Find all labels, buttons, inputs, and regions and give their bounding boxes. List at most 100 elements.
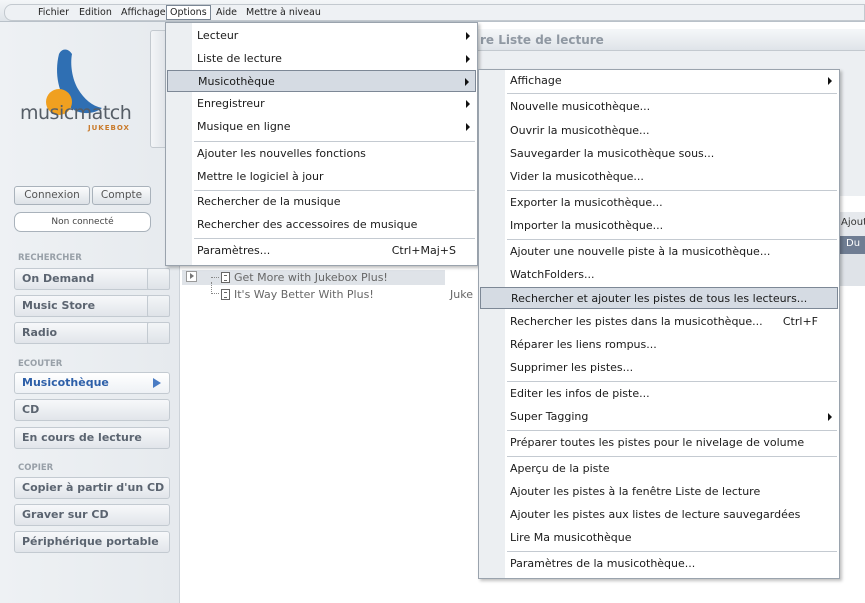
menu-fichier[interactable]: Fichier: [35, 6, 72, 19]
menu-separator: [194, 141, 475, 142]
menu-item-label: Lecteur: [197, 29, 239, 42]
menu-separator: [507, 430, 837, 431]
nav-label: Musicothèque: [22, 376, 109, 389]
section-rechercher: RECHERCHER: [18, 253, 82, 263]
column-header-duree[interactable]: Du: [838, 236, 865, 254]
list-item[interactable]: It's Way Better With Plus!: [221, 288, 374, 301]
menu-item-ajouter-fonctions[interactable]: Ajouter les nouvelles fonctions: [167, 143, 476, 165]
menu-item-label: Mettre le logiciel à jour: [197, 170, 324, 183]
nav-copier-cd[interactable]: Copier à partir d'un CD: [14, 477, 170, 499]
menu-item-mettre-a-jour[interactable]: Mettre le logiciel à jour: [167, 166, 476, 188]
track-title: It's Way Better With Plus!: [234, 288, 374, 301]
menu-item-parametres[interactable]: Paramètres... Ctrl+Maj+S: [167, 240, 476, 262]
menu-item-ajouter-piste[interactable]: Ajouter une nouvelle piste à la musicoth…: [480, 241, 838, 263]
menu-item-sauvegarder[interactable]: Sauvegarder la musicothèque sous...: [480, 143, 838, 165]
menu-item-exporter[interactable]: Exporter la musicothèque...: [480, 192, 838, 214]
music-file-icon: [221, 289, 230, 300]
menu-item-label: Editer les infos de piste...: [510, 387, 650, 400]
nav-graver-cd[interactable]: Graver sur CD: [14, 504, 170, 526]
menu-mettre-a-niveau[interactable]: Mettre à niveau: [243, 6, 324, 19]
menu-aide[interactable]: Aide: [213, 6, 240, 19]
list-item[interactable]: Get More with Jukebox Plus!: [221, 271, 388, 284]
section-copier: COPIER: [18, 463, 54, 473]
menu-affichage[interactable]: Affichage: [118, 6, 169, 19]
menu-options[interactable]: Options: [166, 5, 211, 20]
menu-item-label: Paramètres...: [197, 244, 271, 257]
menu-item-label: Rechercher des accessoires de musique: [197, 218, 418, 231]
menu-item-editer-infos[interactable]: Editer les infos de piste...: [480, 383, 838, 405]
menu-item-parametres-musicotheque[interactable]: Paramètres de la musicothèque...: [480, 553, 838, 575]
menu-edition[interactable]: Edition: [76, 6, 115, 19]
menu-item-rechercher-musique[interactable]: Rechercher de la musique: [167, 191, 476, 213]
menu-item-importer[interactable]: Importer la musicothèque...: [480, 215, 838, 237]
nav-label: On Demand: [22, 272, 95, 285]
menu-item-supprimer[interactable]: Supprimer les pistes...: [480, 357, 838, 379]
menu-item-label: Musique en ligne: [197, 120, 291, 133]
menu-item-rechercher-ajouter[interactable]: Rechercher et ajouter les pistes de tous…: [480, 287, 838, 309]
menu-item-label: Affichage: [510, 74, 562, 87]
musicotheque-submenu: Affichage Nouvelle musicothèque... Ouvri…: [478, 69, 840, 579]
menu-item-rechercher-pistes[interactable]: Rechercher les pistes dans la musicothèq…: [480, 311, 838, 333]
menu-item-lire[interactable]: Lire Ma musicothèque: [480, 527, 838, 549]
menu-item-watchfolders[interactable]: WatchFolders...: [480, 264, 838, 286]
nav-toggle[interactable]: [147, 322, 170, 344]
connection-status: Non connecté: [14, 212, 151, 232]
column-header-ajout[interactable]: Ajout: [838, 212, 865, 236]
menu-bar-track: Fichier Edition Affichage Options Aide M…: [4, 4, 865, 21]
menu-item-enregistreur[interactable]: Enregistreur: [167, 93, 476, 115]
menu-item-label: Ajouter les pistes à la fenêtre Liste de…: [510, 485, 761, 498]
submenu-arrow-icon: [466, 32, 470, 40]
submenu-arrow-icon: [828, 413, 832, 421]
nav-toggle[interactable]: [147, 295, 170, 317]
compte-button[interactable]: Compte: [92, 186, 151, 205]
menu-separator: [507, 551, 837, 552]
menu-item-ajouter-fenetre[interactable]: Ajouter les pistes à la fenêtre Liste de…: [480, 481, 838, 503]
menu-item-super-tagging[interactable]: Super Tagging: [480, 406, 838, 428]
menu-item-vider[interactable]: Vider la musicothèque...: [480, 166, 838, 188]
menu-item-apercu[interactable]: Aperçu de la piste: [480, 458, 838, 480]
play-arrow-icon: [153, 378, 161, 388]
menu-item-label: Lire Ma musicothèque: [510, 531, 632, 544]
menu-shortcut: Ctrl+F: [782, 315, 818, 328]
menu-item-label: WatchFolders...: [510, 268, 595, 281]
menu-item-label: Enregistreur: [197, 97, 265, 110]
menu-item-liste-lecture[interactable]: Liste de lecture: [167, 48, 476, 70]
nav-toggle[interactable]: [147, 268, 170, 290]
menu-item-reparer[interactable]: Réparer les liens rompus...: [480, 334, 838, 356]
logo-wordmark: musicmatch: [20, 102, 132, 124]
nav-cd[interactable]: CD: [14, 399, 170, 421]
nav-peripherique[interactable]: Périphérique portable: [14, 531, 170, 553]
nav-on-demand[interactable]: On Demand: [14, 268, 170, 290]
menu-item-label: Ouvrir la musicothèque...: [510, 124, 650, 137]
menu-item-label: Réparer les liens rompus...: [510, 338, 657, 351]
nav-musicotheque[interactable]: Musicothèque: [14, 372, 170, 394]
expand-icon[interactable]: [186, 271, 197, 282]
menu-separator: [507, 456, 837, 457]
connexion-button[interactable]: Connexion: [14, 186, 90, 205]
menu-item-nouvelle[interactable]: Nouvelle musicothèque...: [480, 96, 838, 118]
submenu-arrow-icon: [828, 77, 832, 85]
menu-item-rechercher-accessoires[interactable]: Rechercher des accessoires de musique: [167, 214, 476, 236]
menu-item-label: Paramètres de la musicothèque...: [510, 557, 696, 570]
menu-bar: Fichier Edition Affichage Options Aide M…: [0, 0, 865, 22]
tree-line: [211, 282, 219, 294]
menu-item-ouvrir[interactable]: Ouvrir la musicothèque...: [480, 120, 838, 142]
nav-radio[interactable]: Radio: [14, 322, 170, 344]
menu-item-lecteur[interactable]: Lecteur: [167, 25, 476, 47]
menu-item-label: Exporter la musicothèque...: [510, 196, 663, 209]
menu-item-label: Ajouter les pistes aux listes de lecture…: [510, 508, 801, 521]
menu-item-nivelage[interactable]: Préparer toutes les pistes pour le nivel…: [480, 432, 838, 454]
menu-separator: [507, 93, 837, 94]
music-file-icon: [221, 272, 230, 283]
playlist-title: re Liste de lecture: [480, 33, 604, 47]
nav-en-cours[interactable]: En cours de lecture: [14, 427, 170, 449]
menu-item-ajouter-sauvegardees[interactable]: Ajouter les pistes aux listes de lecture…: [480, 504, 838, 526]
nav-music-store[interactable]: Music Store: [14, 295, 170, 317]
nav-label: Music Store: [22, 299, 96, 312]
menu-item-musique-en-ligne[interactable]: Musique en ligne: [167, 116, 476, 138]
menu-item-affichage[interactable]: Affichage: [480, 70, 838, 92]
menu-item-label: Importer la musicothèque...: [510, 219, 664, 232]
menu-item-musicotheque[interactable]: Musicothèque: [167, 70, 476, 92]
menu-separator: [507, 381, 837, 382]
menu-item-label: Ajouter une nouvelle piste à la musicoth…: [510, 245, 771, 258]
